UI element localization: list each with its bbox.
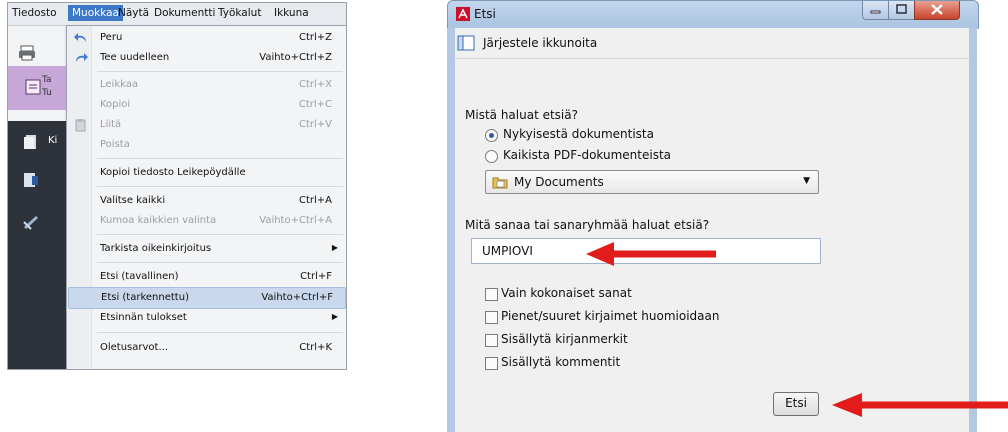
arrow-to-search-button: [832, 393, 1008, 417]
arrow-to-search-field: [586, 242, 716, 266]
annotation-layer: [586, 242, 1008, 417]
